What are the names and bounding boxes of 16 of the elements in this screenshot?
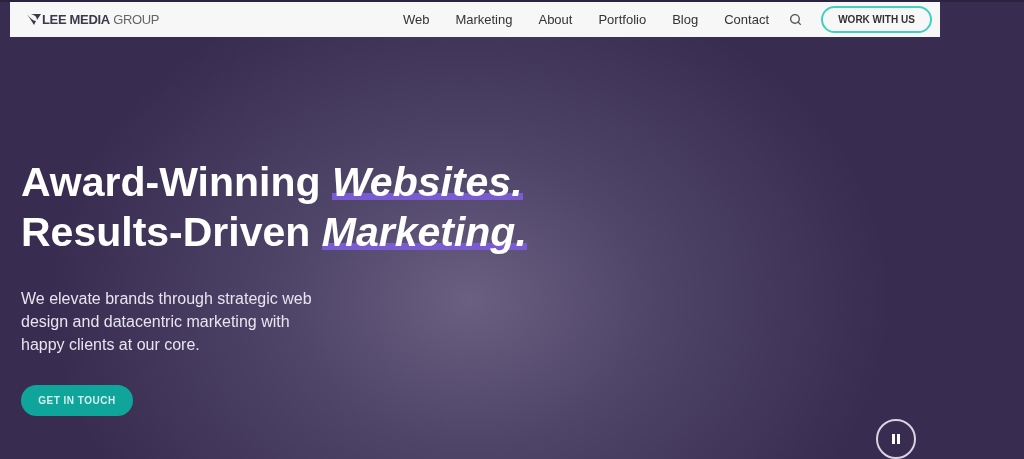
nav-link[interactable]: Portfolio (598, 9, 647, 30)
work-with-us-button[interactable]: WORK WITH US (821, 6, 932, 34)
pause-icon (892, 434, 900, 444)
nav-link[interactable]: Contact (724, 9, 769, 30)
hero-intro: We elevate brands through strategic web design and datacentric marketing with happy clients at our core. (21, 289, 313, 355)
nav-link[interactable]: About (538, 9, 573, 30)
nav-link[interactable]: Web (402, 9, 430, 30)
logo[interactable]: LEE MEDIA GROUP (27, 9, 160, 30)
nav-link[interactable]: Marketing (455, 9, 513, 30)
logo-text: LEE MEDIA GROUP (42, 10, 160, 29)
pause-button[interactable] (876, 419, 916, 459)
search-icon[interactable] (789, 13, 802, 27)
hero-headline: Results-Driven Marketing. (21, 208, 528, 257)
hero-headline: Award-Winning Websites. (21, 158, 524, 207)
leaf-logo-icon (27, 14, 41, 26)
nav-link[interactable]: Blog (672, 9, 699, 30)
